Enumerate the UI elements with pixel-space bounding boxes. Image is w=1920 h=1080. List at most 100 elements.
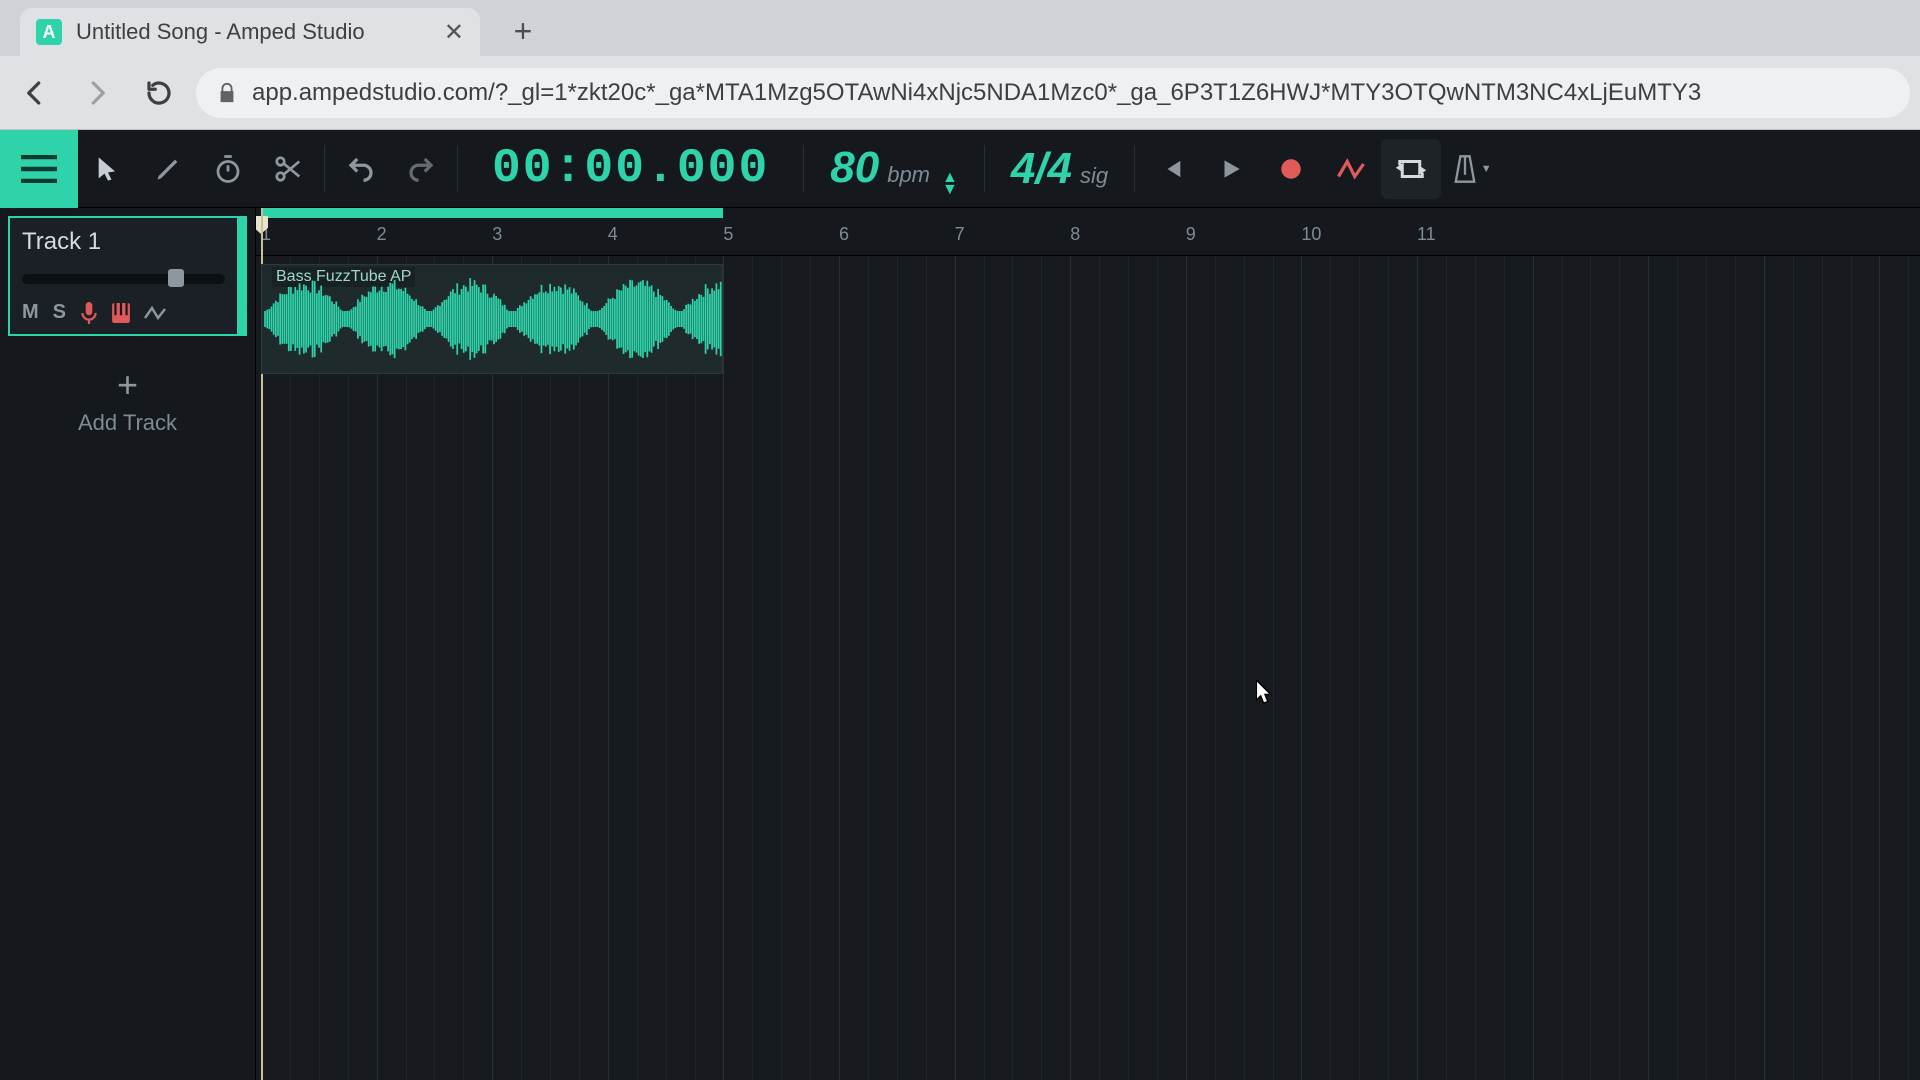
mic-arm-icon[interactable] bbox=[80, 302, 98, 324]
metronome-button[interactable]: ▼ bbox=[1441, 139, 1501, 199]
grid-line bbox=[984, 256, 985, 1080]
chevron-down-icon[interactable]: ▼ bbox=[1481, 163, 1492, 175]
midi-arm-icon[interactable] bbox=[112, 303, 130, 323]
rewind-button[interactable] bbox=[1141, 139, 1201, 199]
waveform-icon bbox=[262, 276, 723, 362]
automation-button[interactable] bbox=[1321, 139, 1381, 199]
browser-tab[interactable]: A Untitled Song - Amped Studio ✕ bbox=[20, 8, 480, 56]
grid-line bbox=[1562, 256, 1563, 1080]
play-button[interactable] bbox=[1201, 139, 1261, 199]
chevron-down-icon[interactable]: ▼ bbox=[942, 185, 958, 195]
grid-line bbox=[1099, 256, 1100, 1080]
grid-line bbox=[1822, 256, 1823, 1080]
bar-number: 9 bbox=[1186, 224, 1196, 245]
volume-thumb[interactable] bbox=[168, 269, 184, 287]
grid-line bbox=[666, 256, 667, 1080]
lock-icon bbox=[216, 82, 238, 104]
bar-number: 11 bbox=[1417, 224, 1436, 245]
mute-button[interactable]: M bbox=[22, 301, 39, 324]
stopwatch-tool[interactable] bbox=[198, 139, 258, 199]
grid-line bbox=[492, 256, 493, 1080]
grid-line bbox=[1533, 256, 1534, 1080]
sig-unit: sig bbox=[1080, 163, 1108, 189]
grid-line bbox=[1590, 256, 1591, 1080]
daw-app: 00:00.000 80 bpm ▲ ▼ 4/4 sig bbox=[0, 130, 1920, 1080]
bpm-unit: bpm bbox=[887, 162, 930, 188]
bar-number: 7 bbox=[955, 224, 965, 245]
bpm-value: 80 bbox=[830, 143, 879, 193]
sig-value: 4/4 bbox=[1011, 144, 1072, 194]
grid-line bbox=[1301, 256, 1302, 1080]
loop-button[interactable] bbox=[1381, 139, 1441, 199]
redo-button[interactable] bbox=[391, 139, 451, 199]
new-tab-button[interactable]: + bbox=[502, 10, 544, 52]
grid-line bbox=[1128, 256, 1129, 1080]
grid-line bbox=[810, 256, 811, 1080]
grid-line bbox=[550, 256, 551, 1080]
time-display[interactable]: 00:00.000 bbox=[464, 142, 797, 196]
menu-button[interactable] bbox=[0, 130, 78, 208]
browser-toolbar: app.ampedstudio.com/?_gl=1*zkt20c*_ga*MT… bbox=[0, 56, 1920, 130]
bpm-control[interactable]: 80 bpm ▲ ▼ bbox=[810, 143, 978, 195]
grid-line bbox=[839, 256, 840, 1080]
grid-line bbox=[1648, 256, 1649, 1080]
grid-line bbox=[897, 256, 898, 1080]
grid-line bbox=[434, 256, 435, 1080]
grid-line bbox=[1735, 256, 1736, 1080]
grid-line bbox=[1879, 256, 1880, 1080]
pencil-tool[interactable] bbox=[138, 139, 198, 199]
add-track-label: Add Track bbox=[0, 410, 255, 436]
grid-line bbox=[1851, 256, 1852, 1080]
grid-line bbox=[579, 256, 580, 1080]
volume-slider[interactable] bbox=[22, 274, 225, 284]
grid-line bbox=[1677, 256, 1678, 1080]
address-bar[interactable]: app.ampedstudio.com/?_gl=1*zkt20c*_ga*MT… bbox=[196, 68, 1910, 118]
grid-line bbox=[1619, 256, 1620, 1080]
scissors-tool[interactable] bbox=[258, 139, 318, 199]
grid-line bbox=[1157, 256, 1158, 1080]
reload-button[interactable] bbox=[134, 68, 184, 118]
grid-line bbox=[752, 256, 753, 1080]
back-button[interactable] bbox=[10, 68, 60, 118]
forward-button[interactable] bbox=[72, 68, 122, 118]
track-header[interactable]: Track 1 M S bbox=[8, 216, 247, 336]
bpm-spinner[interactable]: ▲ ▼ bbox=[942, 173, 958, 195]
grid-line bbox=[1388, 256, 1389, 1080]
automation-lane-icon[interactable] bbox=[144, 304, 166, 322]
grid-line bbox=[695, 256, 696, 1080]
bar-number: 3 bbox=[492, 224, 502, 245]
grid-line bbox=[637, 256, 638, 1080]
grid-line bbox=[1273, 256, 1274, 1080]
bar-number: 5 bbox=[723, 224, 733, 245]
undo-button[interactable] bbox=[331, 139, 391, 199]
grid-line bbox=[1215, 256, 1216, 1080]
grid-line bbox=[406, 256, 407, 1080]
track-name[interactable]: Track 1 bbox=[22, 228, 225, 256]
close-tab-icon[interactable]: ✕ bbox=[444, 18, 464, 47]
grid-line bbox=[781, 256, 782, 1080]
solo-button[interactable]: S bbox=[53, 301, 66, 324]
timeline-ruler[interactable]: 1234567891011 bbox=[256, 208, 1920, 256]
grid-line bbox=[1417, 256, 1418, 1080]
grid-line bbox=[521, 256, 522, 1080]
app-toolbar: 00:00.000 80 bpm ▲ ▼ 4/4 sig bbox=[0, 130, 1920, 208]
loop-region[interactable] bbox=[261, 208, 723, 218]
add-track-button[interactable]: + Add Track bbox=[0, 344, 255, 456]
time-signature-control[interactable]: 4/4 sig bbox=[991, 144, 1128, 194]
grid-line bbox=[608, 256, 609, 1080]
grid-line bbox=[319, 256, 320, 1080]
grid-line bbox=[926, 256, 927, 1080]
record-button[interactable] bbox=[1261, 139, 1321, 199]
grid-line bbox=[1475, 256, 1476, 1080]
grid-line bbox=[463, 256, 464, 1080]
track-panel: Track 1 M S bbox=[0, 208, 256, 1080]
grid-line bbox=[348, 256, 349, 1080]
audio-clip[interactable]: Bass FuzzTube AP bbox=[261, 264, 723, 374]
pointer-tool[interactable] bbox=[78, 139, 138, 199]
grid-line bbox=[1764, 256, 1765, 1080]
arrange-area[interactable]: 1234567891011 Bass FuzzTube AP bbox=[256, 208, 1920, 1080]
grid-line bbox=[1706, 256, 1707, 1080]
bar-number: 2 bbox=[377, 224, 387, 245]
grid-line bbox=[1446, 256, 1447, 1080]
workspace: Track 1 M S bbox=[0, 208, 1920, 1080]
